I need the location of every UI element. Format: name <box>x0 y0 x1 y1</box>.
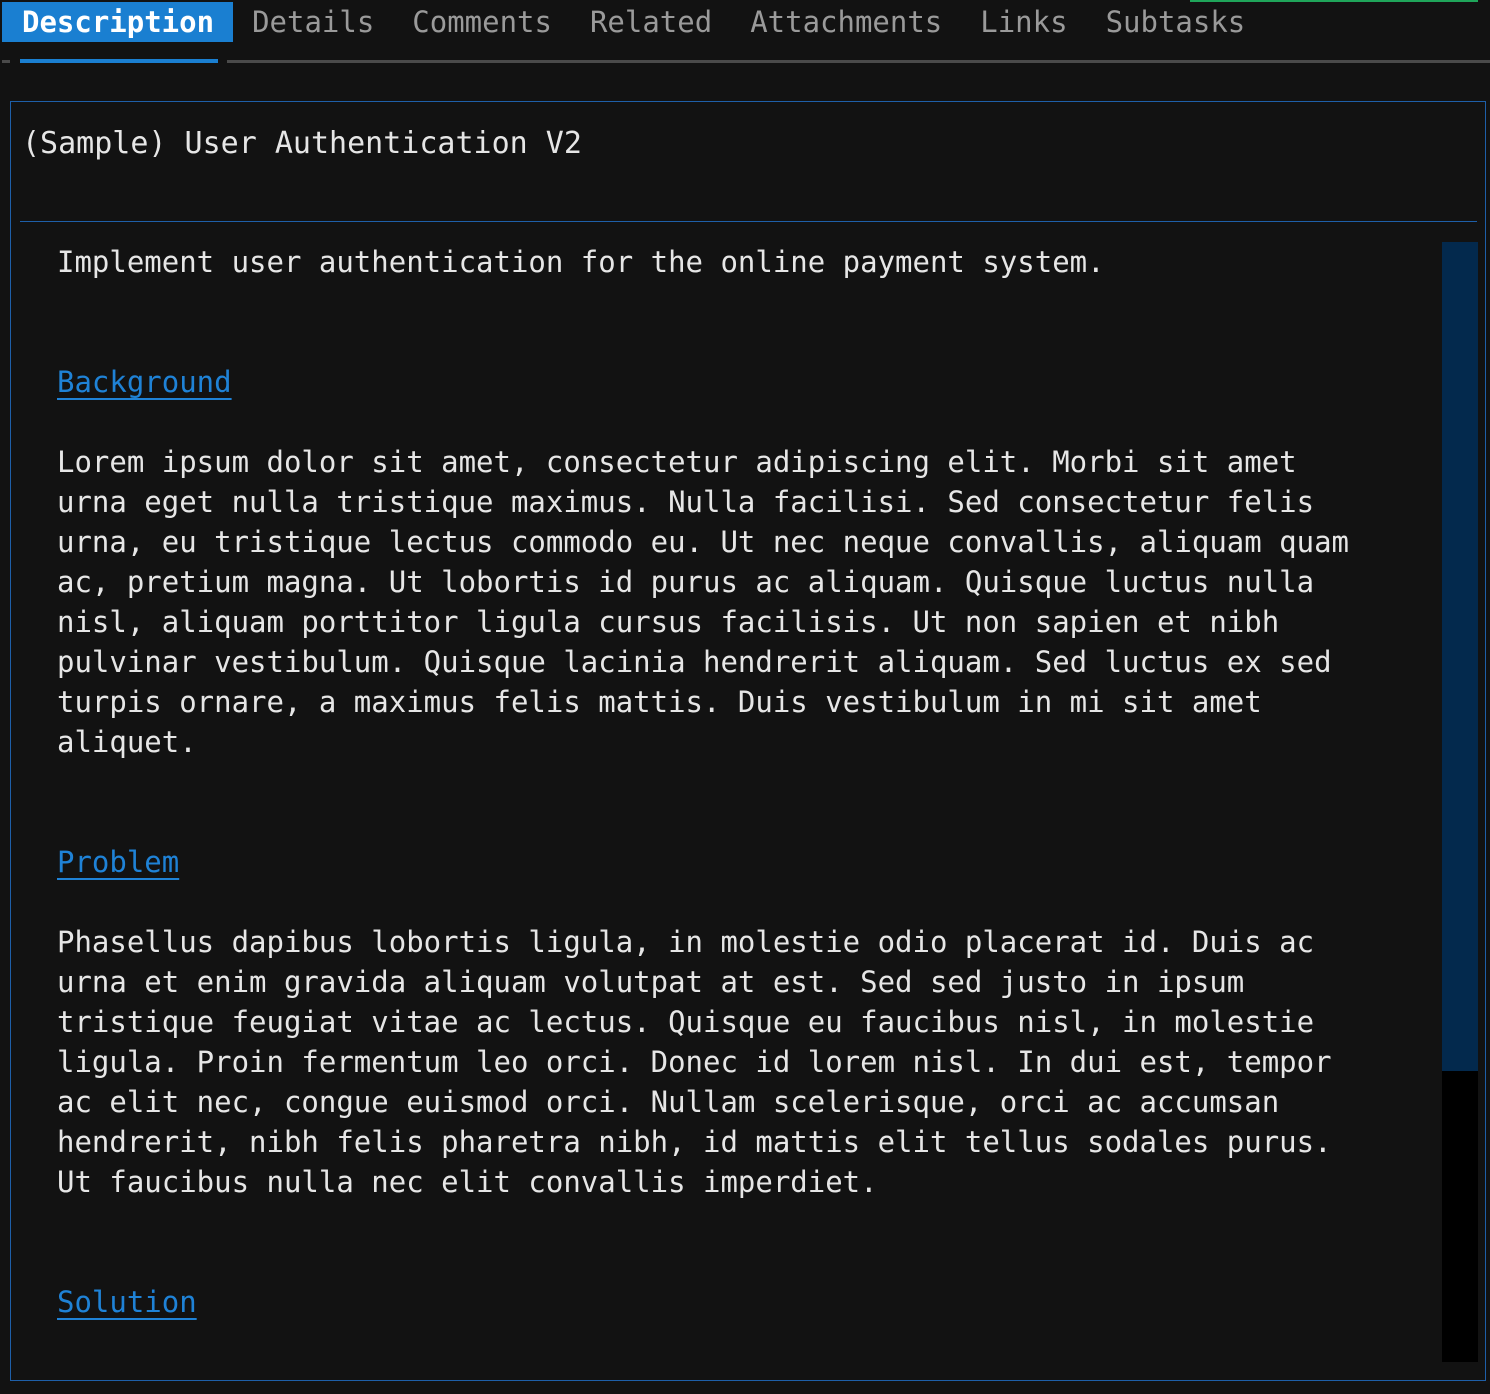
tab-description[interactable]: Description <box>2 2 234 42</box>
section-heading-background[interactable]: Background <box>57 362 232 402</box>
tab-divider-right <box>227 60 1490 63</box>
tab-bar: Description Details Comments Related Att… <box>0 0 1490 63</box>
section-background: Background Lorem ipsum dolor sit amet, c… <box>57 362 1437 762</box>
tab-details[interactable]: Details <box>233 2 393 42</box>
status-indicator-bar <box>1190 0 1478 2</box>
section-text-problem: Phasellus dapibus lobortis ligula, in mo… <box>57 925 1332 1199</box>
tab-divider-left <box>2 60 10 63</box>
tab-links[interactable]: Links <box>961 2 1086 42</box>
description-body: Implement user authentication for the on… <box>57 242 1437 1362</box>
issue-summary: Implement user authentication for the on… <box>57 245 1105 279</box>
vertical-scrollbar[interactable] <box>1442 242 1478 1362</box>
section-text-background: Lorem ipsum dolor sit amet, consectetur … <box>57 445 1350 759</box>
section-problem: Problem Phasellus dapibus lobortis ligul… <box>57 842 1437 1202</box>
active-tab-underline <box>20 59 218 63</box>
section-solution: Solution <box>57 1282 1437 1362</box>
tab-list: Description Details Comments Related Att… <box>0 2 1264 42</box>
scrollbar-thumb[interactable] <box>1442 242 1478 1071</box>
issue-title: (Sample) User Authentication V2 <box>22 126 582 161</box>
tab-comments[interactable]: Comments <box>393 2 571 42</box>
tab-subtasks[interactable]: Subtasks <box>1087 2 1265 42</box>
section-heading-solution[interactable]: Solution <box>57 1282 197 1322</box>
tab-related[interactable]: Related <box>571 2 731 42</box>
title-divider <box>20 221 1477 222</box>
section-heading-problem[interactable]: Problem <box>57 842 179 882</box>
description-panel: (Sample) User Authentication V2 Implemen… <box>10 101 1486 1381</box>
tab-attachments[interactable]: Attachments <box>731 2 961 42</box>
